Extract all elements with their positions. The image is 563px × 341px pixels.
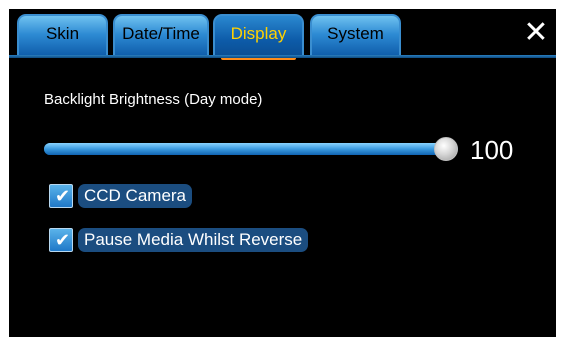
- tab-skin-label: Skin: [45, 24, 80, 43]
- slider-thumb[interactable]: [434, 137, 458, 161]
- checkmark-icon: ✔: [55, 186, 71, 206]
- tab-date-time-label: Date/Time: [122, 24, 200, 43]
- tab-display[interactable]: Display: [213, 14, 304, 60]
- pause-media-checkbox[interactable]: ✔: [49, 228, 73, 252]
- settings-screen: Skin Date/Time Display System ✕ Backligh…: [9, 9, 556, 337]
- slider-fill: [44, 143, 446, 155]
- ccd-camera-label: CCD Camera: [78, 184, 193, 208]
- ccd-camera-checkbox[interactable]: ✔: [49, 184, 73, 208]
- checkmark-icon: ✔: [55, 230, 71, 250]
- tab-system[interactable]: System: [310, 14, 401, 57]
- tab-system-label: System: [327, 24, 384, 43]
- tab-bar-divider: [9, 55, 556, 58]
- tab-date-time[interactable]: Date/Time: [113, 14, 209, 57]
- brightness-slider[interactable]: [44, 137, 458, 163]
- brightness-value: 100: [470, 135, 514, 165]
- close-icon[interactable]: ✕: [521, 17, 551, 49]
- pause-media-label: Pause Media Whilst Reverse: [78, 228, 309, 252]
- tab-display-label: Display: [230, 24, 287, 43]
- tab-skin[interactable]: Skin: [17, 14, 108, 57]
- brightness-label: Backlight Brightness (Day mode): [44, 91, 263, 108]
- tab-bar: Skin Date/Time Display System ✕: [9, 9, 556, 60]
